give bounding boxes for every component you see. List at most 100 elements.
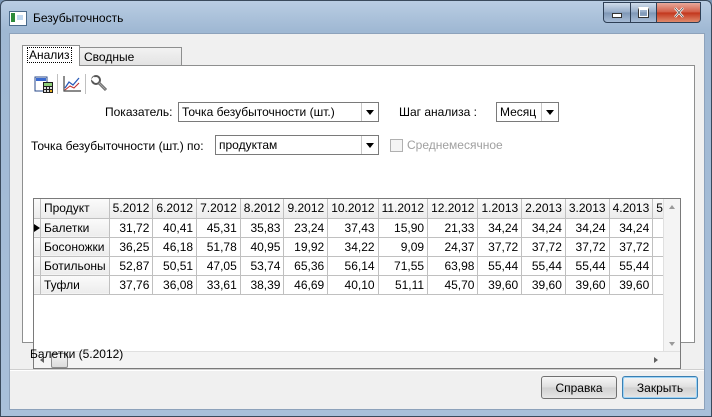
- table-cell[interactable]: 45,70: [427, 275, 479, 295]
- table-cell[interactable]: 55,44: [521, 256, 566, 276]
- groupby-select[interactable]: продуктам: [215, 135, 379, 155]
- column-header[interactable]: 8.2012: [240, 199, 285, 219]
- caption-buttons: [603, 2, 701, 23]
- maximize-button[interactable]: [631, 2, 657, 23]
- chart-button[interactable]: [59, 73, 85, 95]
- column-header[interactable]: 12.2012: [427, 199, 479, 219]
- column-header[interactable]: 7.2012: [196, 199, 241, 219]
- table-cell[interactable]: 45,31: [196, 218, 241, 238]
- row-product-name[interactable]: Ботильоны: [40, 256, 110, 276]
- table-cell[interactable]: 55,44: [477, 256, 523, 276]
- table-cell[interactable]: 56,14: [327, 256, 379, 276]
- tab-pivot-tables[interactable]: Сводные таблицы: [79, 47, 182, 82]
- column-header[interactable]: 5.2012: [109, 199, 154, 219]
- table-cell[interactable]: 65,36: [283, 256, 329, 276]
- table-cell[interactable]: 36,25: [109, 237, 154, 257]
- table-cell[interactable]: 34,24: [477, 218, 523, 238]
- horizontal-scrollbar[interactable]: [34, 351, 680, 368]
- table-cell[interactable]: 34,24: [565, 218, 610, 238]
- monthly-average-checkbox[interactable]: [390, 138, 403, 152]
- table-cell[interactable]: 38,39: [240, 275, 285, 295]
- dropdown-button[interactable]: [541, 103, 558, 121]
- column-header[interactable]: 10.2012: [327, 199, 379, 219]
- table-cell[interactable]: 24,37: [427, 237, 479, 257]
- table-cell[interactable]: 9,09: [378, 237, 429, 257]
- table-cell[interactable]: 63,98: [427, 256, 479, 276]
- close-icon: [673, 7, 684, 18]
- table-row[interactable]: Туфли 37,76 36,08 33,61 38,39 46,69 40,10 51,11…: [34, 275, 680, 295]
- column-header-product[interactable]: Продукт: [40, 199, 110, 219]
- window-title: Безубыточность: [33, 11, 124, 25]
- table-cell[interactable]: 40,95: [240, 237, 285, 257]
- table-cell[interactable]: 71,55: [378, 256, 429, 276]
- column-header[interactable]: 2.2013: [521, 199, 566, 219]
- table-cell[interactable]: 36,08: [152, 275, 198, 295]
- table-cell[interactable]: 55,44: [565, 256, 610, 276]
- column-header[interactable]: 11.2012: [378, 199, 429, 219]
- table-cell[interactable]: 50,51: [152, 256, 198, 276]
- scroll-right-button[interactable]: [648, 352, 664, 368]
- table-cell[interactable]: 37,76: [109, 275, 154, 295]
- calculator-table-icon: [34, 76, 53, 93]
- table-cell[interactable]: 37,72: [609, 237, 654, 257]
- table-row[interactable]: Балетки 31,72 40,41 45,31 35,83 23,24 37,43 15,…: [34, 218, 680, 238]
- data-grid[interactable]: Продукт 5.2012 6.2012 7.2012 8.2012 9.20…: [33, 198, 681, 369]
- tab-analysis[interactable]: Анализ: [22, 45, 80, 66]
- table-row[interactable]: Ботильоны 52,87 50,51 47,05 53,74 65,36 56,14 7…: [34, 256, 680, 276]
- column-header[interactable]: 6.2012: [152, 199, 198, 219]
- column-header[interactable]: 3.2013: [565, 199, 610, 219]
- table-cell[interactable]: 37,72: [477, 237, 523, 257]
- table-cell[interactable]: 46,18: [152, 237, 198, 257]
- table-cell[interactable]: 39,60: [521, 275, 566, 295]
- table-cell[interactable]: 55,44: [609, 256, 654, 276]
- step-select[interactable]: Месяц: [496, 102, 559, 122]
- dropdown-button[interactable]: [361, 136, 378, 154]
- column-header[interactable]: 4.2013: [609, 199, 654, 219]
- indicator-label: Показатель:: [105, 105, 173, 119]
- table-cell[interactable]: 37,72: [521, 237, 566, 257]
- table-cell[interactable]: 51,11: [378, 275, 429, 295]
- help-button[interactable]: Справка: [541, 376, 617, 399]
- table-cell[interactable]: 37,72: [565, 237, 610, 257]
- table-cell[interactable]: 39,60: [609, 275, 654, 295]
- settings-button[interactable]: [87, 73, 113, 95]
- table-cell[interactable]: 23,24: [283, 218, 329, 238]
- tab-analysis-label: Анализ: [27, 47, 72, 63]
- table-cell[interactable]: 52,87: [109, 256, 154, 276]
- vertical-scrollbar[interactable]: [663, 199, 680, 352]
- close-button[interactable]: Закрыть: [622, 376, 698, 399]
- table-cell[interactable]: 40,10: [327, 275, 379, 295]
- calculate-button[interactable]: [31, 73, 57, 95]
- table-cell[interactable]: 51,78: [196, 237, 241, 257]
- scroll-down-button[interactable]: [664, 336, 680, 352]
- row-product-name[interactable]: Туфли: [40, 275, 110, 295]
- table-cell[interactable]: 46,69: [283, 275, 329, 295]
- table-cell[interactable]: 34,24: [521, 218, 566, 238]
- table-cell[interactable]: 39,60: [565, 275, 610, 295]
- table-cell[interactable]: 31,72: [109, 218, 154, 238]
- title-bar[interactable]: Безубыточность: [1, 1, 711, 33]
- table-cell[interactable]: 47,05: [196, 256, 241, 276]
- table-cell[interactable]: 35,83: [240, 218, 285, 238]
- table-cell[interactable]: 19,92: [283, 237, 329, 257]
- table-cell[interactable]: 37,43: [327, 218, 379, 238]
- scroll-up-icon: [669, 205, 675, 209]
- table-cell[interactable]: 40,41: [152, 218, 198, 238]
- column-header[interactable]: 1.2013: [477, 199, 523, 219]
- minimize-button[interactable]: [603, 2, 631, 23]
- table-cell[interactable]: 21,33: [427, 218, 479, 238]
- row-product-name[interactable]: Босоножки: [40, 237, 110, 257]
- column-header[interactable]: 9.2012: [283, 199, 329, 219]
- table-cell[interactable]: 33,61: [196, 275, 241, 295]
- table-cell[interactable]: 34,22: [327, 237, 379, 257]
- table-cell[interactable]: 39,60: [477, 275, 523, 295]
- scroll-up-button[interactable]: [664, 199, 680, 215]
- table-cell[interactable]: 15,90: [378, 218, 429, 238]
- table-cell[interactable]: 53,74: [240, 256, 285, 276]
- row-product-name[interactable]: Балетки: [40, 218, 110, 238]
- table-row[interactable]: Босоножки 36,25 46,18 51,78 40,95 19,92 34,22 9…: [34, 237, 680, 257]
- close-window-button[interactable]: [657, 2, 701, 23]
- dropdown-button[interactable]: [361, 103, 378, 121]
- table-cell[interactable]: 34,24: [609, 218, 654, 238]
- indicator-select[interactable]: Точка безубыточности (шт.): [178, 102, 379, 122]
